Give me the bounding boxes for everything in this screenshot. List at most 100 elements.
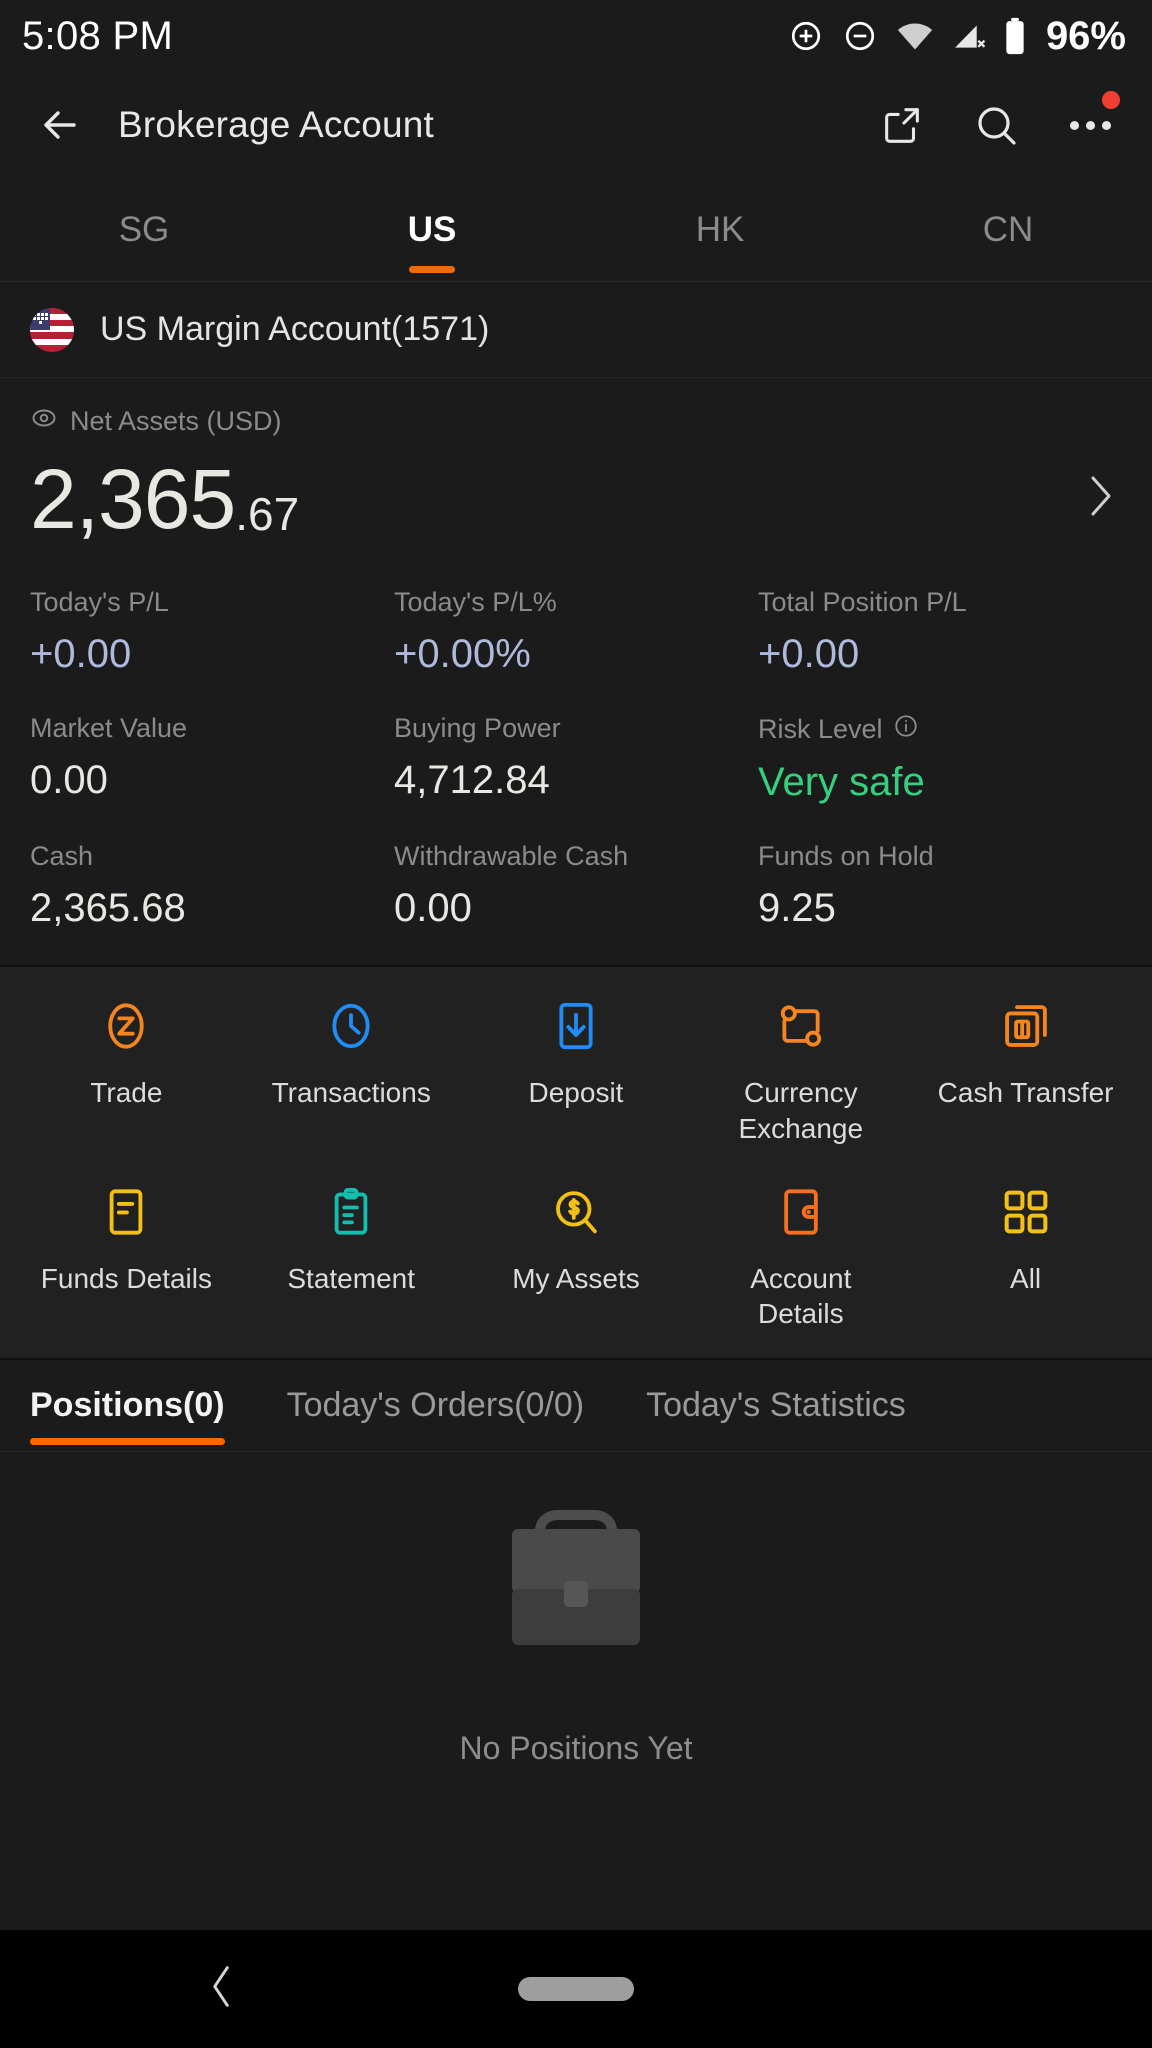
- summary-stats-grid: Today's P/L +0.00 Today's P/L% +0.00% To…: [30, 587, 1122, 935]
- currency-exchange-icon: [774, 997, 828, 1055]
- stat-value: 2,365.68: [30, 886, 186, 930]
- stat-value: +0.00%: [394, 632, 531, 676]
- stat-label: Withdrawable Cash: [394, 841, 629, 871]
- wifi-icon: [896, 21, 934, 51]
- stat-label: Today's P/L: [30, 587, 169, 617]
- battery-percent: 96%: [1045, 13, 1126, 58]
- remove-circle-icon: [842, 18, 878, 54]
- trade-icon: [99, 997, 153, 1055]
- action-label: My Assets: [512, 1262, 640, 1294]
- arrow-left-icon: [44, 111, 76, 139]
- action-label: Trade: [90, 1077, 163, 1108]
- action-funds-details[interactable]: Funds Details: [14, 1183, 239, 1333]
- my-assets-icon: [549, 1183, 603, 1241]
- stat-value: +0.00: [30, 632, 132, 676]
- action-cash-transfer[interactable]: Cash Transfer: [913, 997, 1138, 1147]
- clock-icon: [324, 997, 378, 1055]
- net-assets-label-row[interactable]: Net Assets (USD): [30, 404, 1122, 439]
- stat-cash: Cash 2,365.68: [30, 841, 394, 935]
- stat-buying-power: Buying Power 4,712.84: [394, 713, 758, 841]
- stat-label: Market Value: [30, 713, 188, 743]
- stat-value: Very safe: [758, 760, 925, 804]
- content-tab-bar: Positions(0) Today's Orders(0/0) Today's…: [0, 1358, 1152, 1453]
- net-assets-decimal: .67: [235, 488, 300, 540]
- account-detail-chevron-button[interactable]: [1084, 474, 1118, 523]
- wallet-icon: [774, 1183, 828, 1241]
- share-icon: [885, 108, 919, 143]
- notification-badge: [1102, 91, 1120, 109]
- cellular-off-icon: [952, 20, 986, 52]
- stat-market-value: Market Value 0.00: [30, 713, 394, 841]
- tab-todays-statistics[interactable]: Today's Statistics: [646, 1360, 906, 1451]
- share-button[interactable]: [876, 99, 928, 151]
- action-label: Currency Exchange: [738, 1077, 864, 1144]
- stat-label: Buying Power: [394, 713, 561, 743]
- eye-icon: [30, 404, 58, 439]
- android-navigation-bar: [0, 1930, 1152, 2048]
- funds-details-icon: [99, 1183, 153, 1241]
- status-time: 5:08 PM: [22, 13, 174, 58]
- more-options-button[interactable]: [1064, 91, 1120, 151]
- briefcase-icon: [476, 1495, 676, 1676]
- action-trade[interactable]: Trade: [14, 997, 239, 1147]
- stat-todays-pl-percent: Today's P/L% +0.00%: [394, 587, 758, 713]
- stat-value: 9.25: [758, 886, 836, 930]
- page-title: Brokerage Account: [118, 104, 435, 145]
- action-transactions[interactable]: Transactions: [239, 997, 464, 1147]
- more-options-icon: [1069, 120, 1111, 130]
- action-currency-exchange[interactable]: Currency Exchange: [688, 997, 913, 1147]
- market-tab-hk[interactable]: HK: [576, 178, 864, 281]
- search-button[interactable]: [970, 99, 1022, 151]
- action-all[interactable]: All: [913, 1183, 1138, 1333]
- action-statement[interactable]: Statement: [239, 1183, 464, 1333]
- action-label: Cash Transfer: [937, 1077, 1114, 1108]
- add-circle-icon: [788, 18, 824, 54]
- empty-state-message: No Positions Yet: [459, 1730, 693, 1767]
- deposit-arrow-icon: [549, 997, 603, 1055]
- stat-value: 4,712.84: [394, 758, 550, 802]
- stat-label: Risk Level: [758, 714, 883, 744]
- action-my-assets[interactable]: My Assets: [464, 1183, 689, 1333]
- market-tab-us[interactable]: US: [288, 178, 576, 281]
- chevron-right-icon: [1091, 476, 1111, 516]
- battery-icon: [1004, 17, 1026, 55]
- cash-transfer-icon: [999, 997, 1053, 1055]
- stat-value: 0.00: [30, 758, 108, 802]
- tab-positions[interactable]: Positions(0): [30, 1360, 225, 1451]
- action-row-2: Funds Details Statement My Assets Accoun…: [14, 1183, 1138, 1333]
- stat-label: Today's P/L%: [394, 587, 557, 617]
- nav-home-pill[interactable]: [518, 1977, 634, 2001]
- stat-total-position-pl: Total Position P/L +0.00: [758, 587, 1122, 713]
- statement-icon: [324, 1183, 378, 1241]
- nav-back-button[interactable]: [208, 1964, 234, 2015]
- action-label: Transactions: [271, 1077, 431, 1108]
- stat-label: Funds on Hold: [758, 841, 934, 871]
- stat-risk-level: Risk Level Very safe: [758, 713, 1122, 841]
- net-assets-integer: 2,365: [30, 452, 236, 546]
- market-tab-sg[interactable]: SG: [0, 178, 288, 281]
- status-icon-group: 96%: [788, 14, 1126, 59]
- net-assets-value: 2,365 .67: [30, 457, 1122, 541]
- action-label: Deposit: [528, 1077, 624, 1108]
- stat-label: Cash: [30, 841, 94, 871]
- stat-value: 0.00: [394, 886, 472, 930]
- stat-label-row: Risk Level: [758, 713, 1122, 746]
- tab-todays-orders[interactable]: Today's Orders(0/0): [287, 1360, 584, 1451]
- account-summary: Net Assets (USD) 2,365 .67 Today's P/L +…: [0, 378, 1152, 965]
- action-label: Statement: [287, 1262, 416, 1294]
- info-icon[interactable]: [893, 713, 919, 746]
- action-label: Account Details: [750, 1262, 852, 1330]
- stat-funds-on-hold: Funds on Hold 9.25: [758, 841, 1122, 935]
- app-bar: Brokerage Account: [0, 72, 1152, 178]
- app-bar-actions: [876, 91, 1122, 151]
- action-deposit[interactable]: Deposit: [464, 997, 689, 1147]
- account-name: US Margin Account(1571): [100, 310, 490, 348]
- stat-label: Total Position P/L: [758, 587, 967, 617]
- back-button[interactable]: [30, 95, 90, 155]
- market-tab-cn[interactable]: CN: [864, 178, 1152, 281]
- action-label: Funds Details: [40, 1262, 212, 1294]
- action-account-details[interactable]: Account Details: [688, 1183, 913, 1333]
- stat-withdrawable-cash: Withdrawable Cash 0.00: [394, 841, 758, 935]
- account-selector[interactable]: US Margin Account(1571): [0, 282, 1152, 378]
- grid-icon: [999, 1183, 1053, 1241]
